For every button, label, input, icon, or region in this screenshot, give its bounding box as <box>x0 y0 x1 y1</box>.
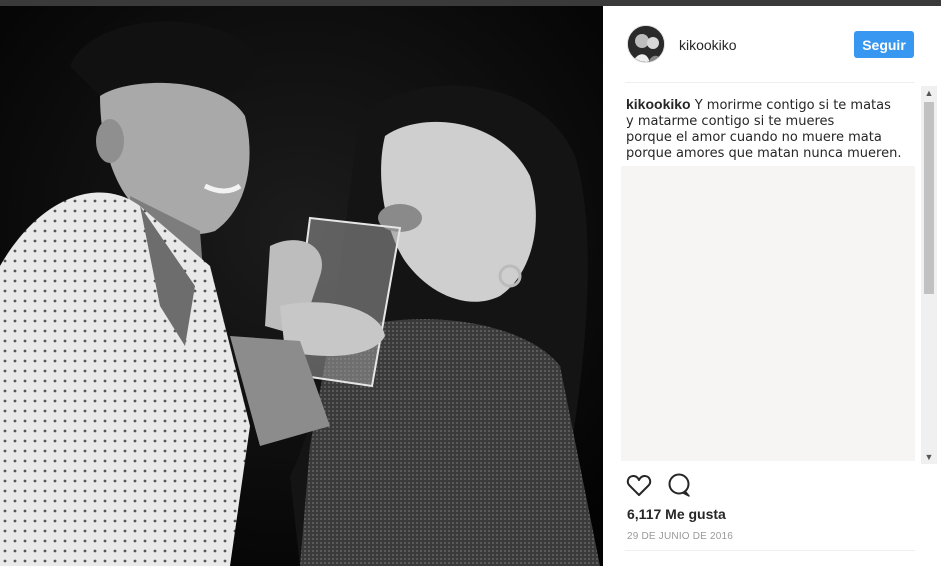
comments-area <box>621 166 915 461</box>
username-link[interactable]: kikookiko <box>679 37 737 53</box>
post-actions <box>625 471 725 499</box>
couple-photo-image <box>0 6 603 566</box>
likes-count[interactable]: 6,117 Me gusta <box>627 506 726 522</box>
caption-line: porque el amor cuando no muere mata <box>626 130 882 145</box>
caption-line: y matarme contigo si te mueres <box>626 114 835 129</box>
post-header: kikookiko Seguir <box>603 6 941 83</box>
header-divider <box>625 82 915 83</box>
avatar[interactable] <box>627 25 665 63</box>
post-caption: kikookiko Y morirme contigo si te matas … <box>626 96 916 162</box>
avatar-image <box>628 26 664 62</box>
post-photo[interactable] <box>0 6 603 566</box>
scroll-up-arrow-icon[interactable]: ▲ <box>921 86 937 100</box>
scroll-thumb[interactable] <box>924 102 934 294</box>
caption-line: Y morirme contigo si te matas <box>694 98 891 113</box>
post-date: 29 DE JUNIO DE 2016 <box>627 531 734 542</box>
heart-icon[interactable] <box>625 471 653 499</box>
caption-line: porque amores que matan nunca mueren. <box>626 146 902 161</box>
footer-divider <box>625 550 915 551</box>
post-details-panel: kikookiko Seguir kikookiko Y morirme con… <box>603 6 941 566</box>
comment-icon[interactable] <box>665 471 693 499</box>
scroll-down-arrow-icon[interactable]: ▼ <box>921 450 937 464</box>
follow-button[interactable]: Seguir <box>854 31 914 58</box>
comments-scrollbar[interactable]: ▲ ▼ <box>921 86 937 464</box>
caption-username-link[interactable]: kikookiko <box>626 96 691 112</box>
